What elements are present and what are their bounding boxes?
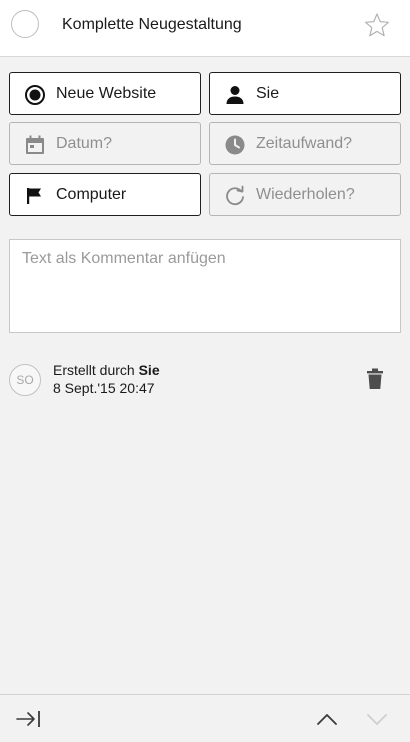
flag-icon xyxy=(27,188,41,204)
calendar-icon xyxy=(26,135,44,154)
avatar: SO xyxy=(9,364,41,396)
person-icon xyxy=(226,86,244,104)
star-icon[interactable] xyxy=(364,12,390,38)
complete-task-checkbox[interactable] xyxy=(11,10,39,38)
task-title[interactable]: Komplette Neugestaltung xyxy=(62,16,242,34)
assignee-field[interactable]: Sie xyxy=(209,72,401,115)
assignee-label: Sie xyxy=(256,85,280,102)
clock-icon xyxy=(225,135,245,155)
created-by-line: Erstellt durch Sie xyxy=(53,362,160,378)
project-field[interactable]: Neue Website xyxy=(9,72,201,115)
tag-field[interactable]: Computer xyxy=(9,173,201,216)
bottom-toolbar xyxy=(0,694,410,742)
repeat-label: Wiederholen? xyxy=(256,186,355,203)
task-header: Komplette Neugestaltung xyxy=(0,0,410,57)
duration-label: Zeitaufwand? xyxy=(256,135,353,152)
created-date: 8 Sept.'15 20:47 xyxy=(53,380,155,396)
tag-label: Computer xyxy=(56,186,127,203)
created-prefix: Erstellt durch xyxy=(53,362,135,378)
comment-input[interactable] xyxy=(10,240,400,332)
date-label: Datum? xyxy=(56,135,113,152)
created-by-user: Sie xyxy=(138,362,160,378)
chevron-up-icon[interactable] xyxy=(313,705,341,733)
date-field[interactable]: Datum? xyxy=(9,122,201,165)
trash-icon[interactable] xyxy=(364,367,386,391)
chevron-down-icon[interactable] xyxy=(363,705,391,733)
arrow-to-right-icon[interactable] xyxy=(14,705,42,733)
duration-field[interactable]: Zeitaufwand? xyxy=(209,122,401,165)
project-label: Neue Website xyxy=(56,85,157,102)
repeat-field[interactable]: Wiederholen? xyxy=(209,173,401,216)
repeat-icon xyxy=(226,185,244,206)
radio-dot-icon xyxy=(25,85,45,105)
comment-box xyxy=(9,239,401,333)
